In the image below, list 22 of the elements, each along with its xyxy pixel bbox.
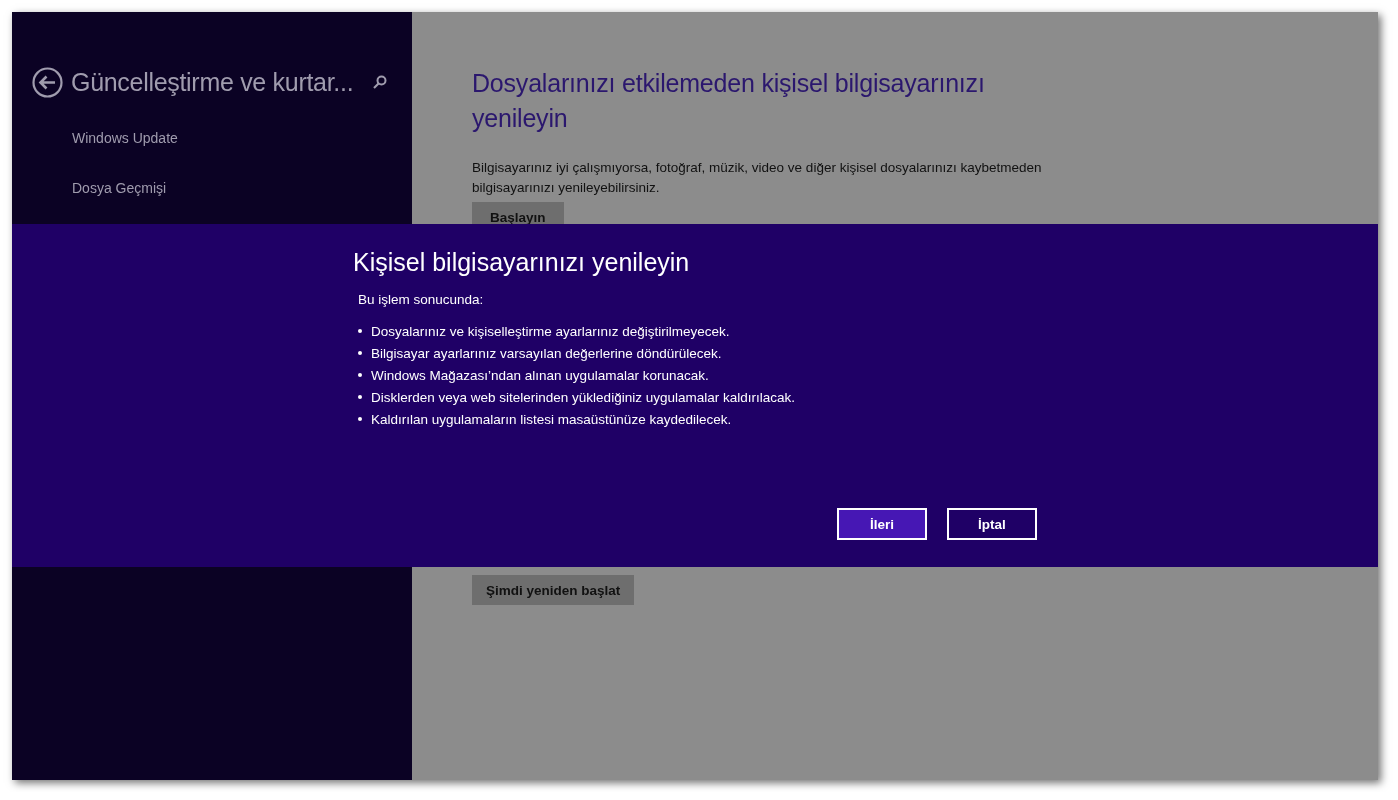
bullet-icon [358, 417, 362, 421]
bullet-icon [358, 351, 362, 355]
restart-button[interactable]: Şimdi yeniden başlat [472, 575, 635, 605]
bullet-text: Disklerden veya web sitelerinden yüklediğiniz uygulamalar kaldırılacak. [371, 389, 795, 405]
bullet-icon [358, 373, 362, 377]
bullet-text: Kaldırılan uygulamaların listesi masaüstünüze kaydedilecek. [371, 411, 732, 427]
cancel-button[interactable]: İptal [947, 508, 1037, 540]
nav-link[interactable]: Windows Update [72, 126, 412, 176]
bullet-text: Dosyalarınız ve kişiselleştirme ayarlarınız değiştirilmeyecek. [371, 323, 730, 339]
page-title: Güncelleştirme ve kurtar... [71, 67, 354, 97]
section-heading: Dosyalarınızı etkilemeden kişisel bilgisayarınızı yenileyin [472, 68, 986, 134]
bullet-text: Bilgisayar ayarlarınız varsayılan değerlerine döndürülecek. [371, 345, 722, 361]
bullet-icon [358, 329, 362, 333]
search-icon[interactable] [373, 75, 388, 89]
bullet-icon [358, 395, 362, 399]
back-icon[interactable] [32, 66, 63, 98]
nav-link[interactable]: Dosya Geçmişi [72, 176, 412, 226]
dialog-intro: Bu işlem sonucunda: [358, 291, 485, 309]
section-description: Bilgisayarınız iyi çalışmıyorsa, fotoğraf, müzik, video ve diğer kişisel dosyalarınızı kaybetmeden bilgisayarınızı yenileyebilirsiniz. [472, 159, 1043, 197]
dialog-title: Kişisel bilgisayarınızı yenileyin [353, 247, 691, 278]
bullet-text: Windows Mağazası’ndan alınan uygulamalar korunacak. [371, 367, 709, 383]
next-button[interactable]: İleri [837, 508, 927, 540]
